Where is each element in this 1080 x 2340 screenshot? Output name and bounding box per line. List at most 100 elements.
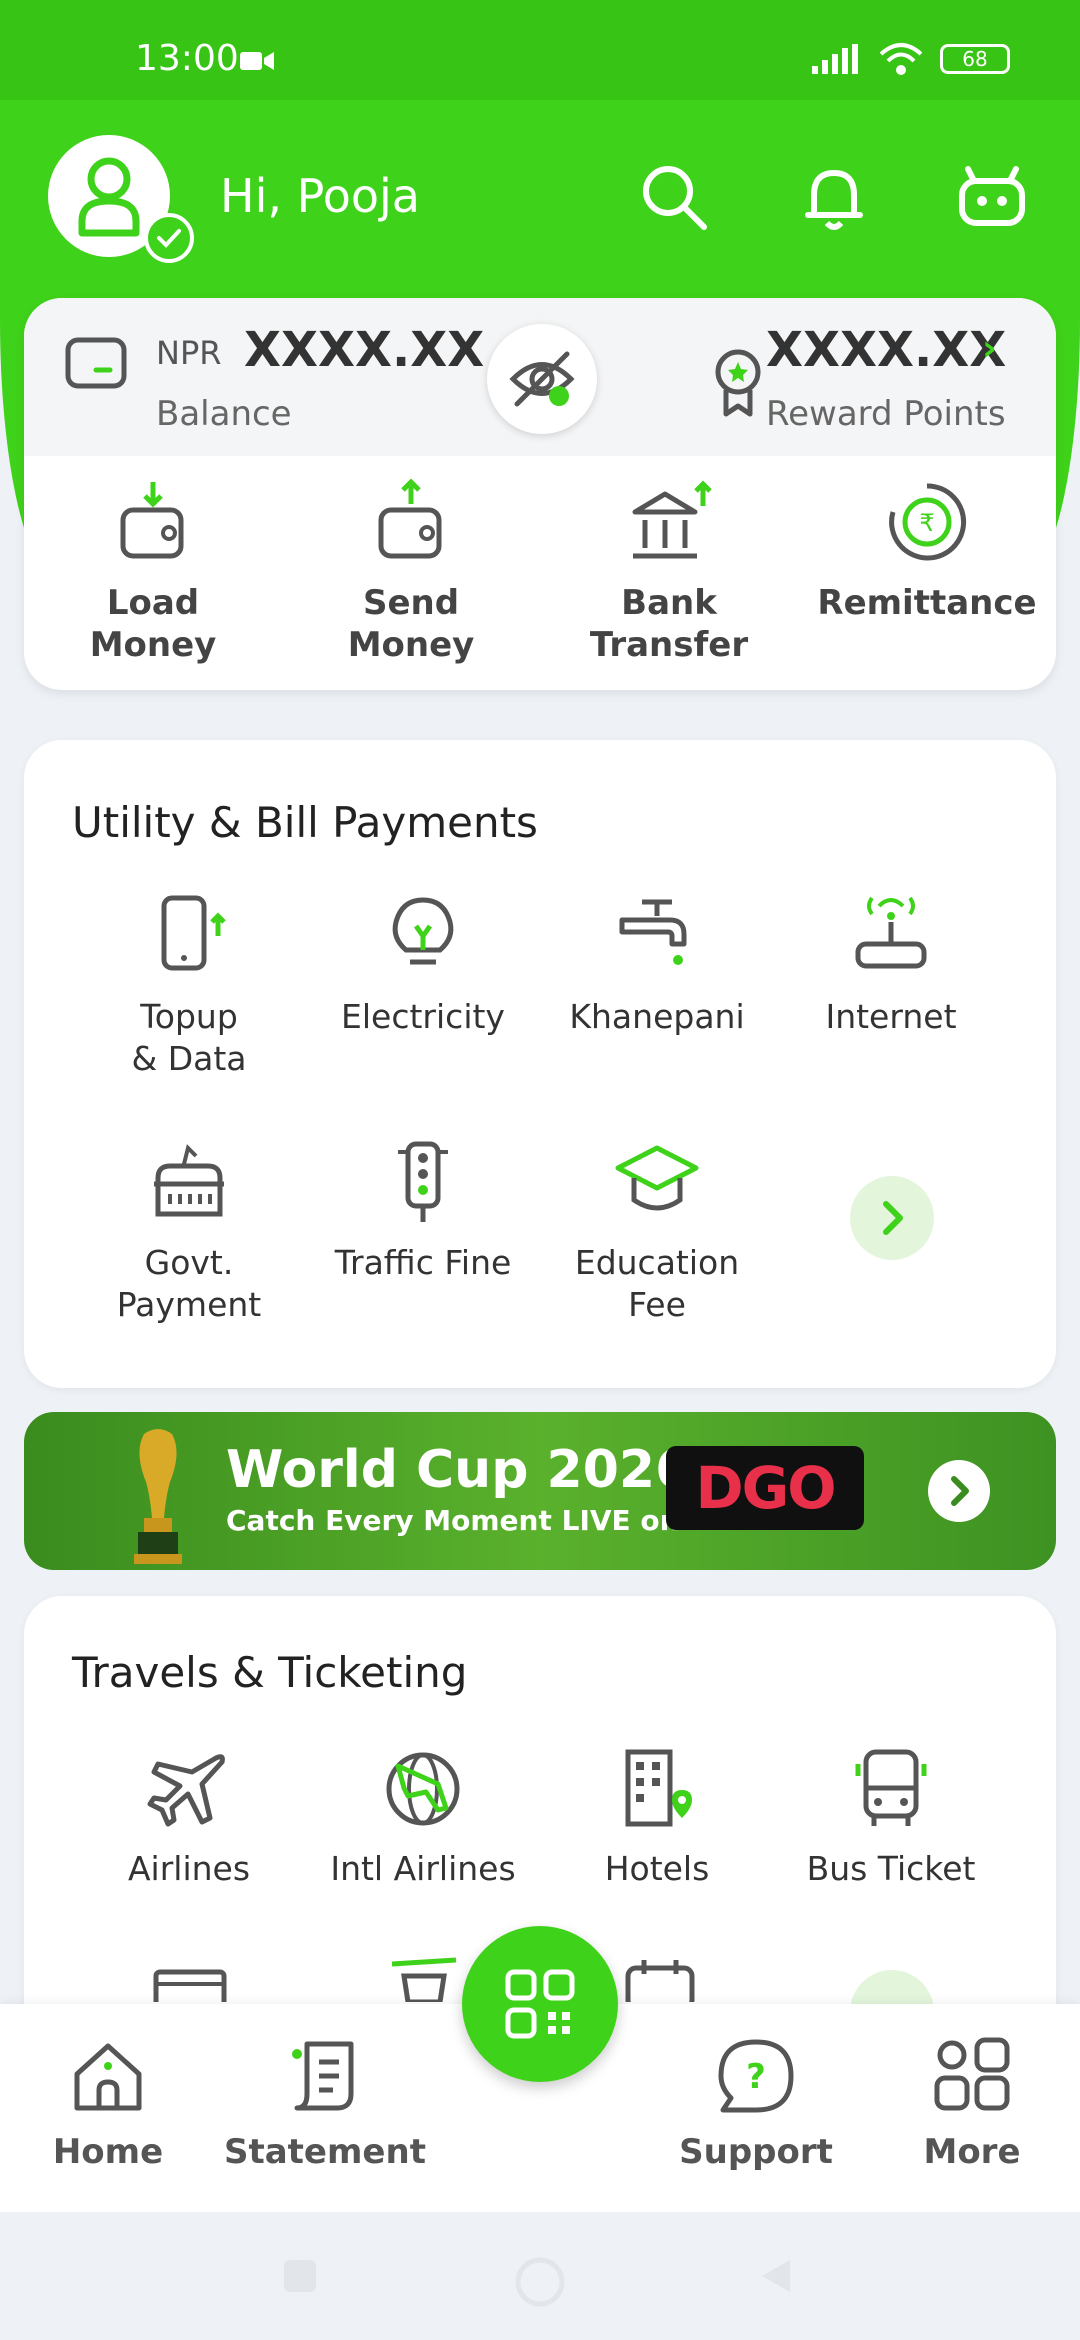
bus-icon xyxy=(855,1749,927,1826)
remittance-button[interactable]: ₹ Remittance xyxy=(798,476,1056,666)
svg-text:?: ? xyxy=(746,2057,766,2097)
chevron-right-icon xyxy=(883,1201,903,1235)
balance-card: NPR XXXX.XX Balance XXXX.XX › Reward Poi… xyxy=(24,298,1056,690)
recent-apps-icon[interactable] xyxy=(280,2256,320,2296)
scan-qr-button[interactable] xyxy=(462,1926,618,2082)
intl-airlines-button[interactable]: Intl Airlines xyxy=(306,1744,540,1890)
bus-ticket-button[interactable]: Bus Ticket xyxy=(774,1744,1008,1890)
electricity-button[interactable]: Electricity xyxy=(306,892,540,1038)
grid-label: Payment xyxy=(116,1285,262,1324)
nav-label: Statement xyxy=(224,2132,426,2172)
nav-support[interactable]: ? Support xyxy=(656,2034,856,2172)
home-icon xyxy=(74,2043,142,2111)
verified-check-icon xyxy=(144,213,194,263)
topup-data-button[interactable]: Topup & Data xyxy=(72,892,306,1080)
wallet-icon xyxy=(65,337,127,389)
traffic-fine-button[interactable]: Traffic Fine xyxy=(306,1138,540,1284)
grid-label: Hotels xyxy=(604,1849,710,1888)
internet-button[interactable]: Internet xyxy=(774,892,1008,1038)
grid-label: Intl Airlines xyxy=(330,1849,516,1888)
bell-icon[interactable] xyxy=(794,157,874,237)
nav-statement[interactable]: Statement xyxy=(224,2034,426,2172)
education-fee-button[interactable]: Education Fee xyxy=(540,1138,774,1326)
quick-label: Transfer xyxy=(589,625,749,665)
dgo-logo-text: DGO xyxy=(695,1454,836,1522)
send-money-button[interactable]: Send Money xyxy=(282,476,540,666)
quick-label: Money xyxy=(89,625,217,665)
quick-label: Money xyxy=(347,625,475,665)
app-header: Hi, Pooja xyxy=(48,135,1032,263)
video-camera-icon xyxy=(240,52,274,70)
grid-more-icon xyxy=(934,2037,1010,2111)
grid-label: Airlines xyxy=(127,1849,251,1888)
nav-label: More xyxy=(923,2132,1021,2172)
greeting-text: Hi, Pooja xyxy=(220,169,420,223)
router-icon xyxy=(855,896,927,969)
nav-label: Support xyxy=(679,2132,833,2172)
world-cup-banner[interactable]: World Cup 2026 Catch Every Moment LIVE o… xyxy=(24,1412,1056,1570)
graduation-cap-icon xyxy=(615,1145,699,1211)
grid-label: Topup xyxy=(140,997,238,1036)
status-time: 13:00 xyxy=(135,38,239,79)
balance-summary: NPR XXXX.XX Balance XXXX.XX › Reward Poi… xyxy=(24,298,1056,456)
chatbot-icon[interactable] xyxy=(952,157,1032,237)
banner-subtitle: Catch Every Moment LIVE on xyxy=(226,1504,680,1537)
dgo-logo: DGO xyxy=(666,1446,864,1530)
lightbulb-icon xyxy=(392,897,454,965)
search-icon[interactable] xyxy=(634,157,714,237)
reward-points-amount[interactable]: XXXX.XX xyxy=(766,322,1006,378)
nav-home[interactable]: Home xyxy=(8,2034,208,2172)
grid-label: Education xyxy=(574,1243,740,1282)
balance-amount: XXXX.XX xyxy=(244,322,485,378)
airlines-button[interactable]: Airlines xyxy=(72,1744,306,1890)
load-wallet-icon xyxy=(120,482,184,559)
grid-label: Bus Ticket xyxy=(806,1849,976,1888)
utility-more-button[interactable] xyxy=(850,1176,934,1260)
bank-transfer-button[interactable]: Bank Transfer xyxy=(540,476,798,666)
grid-label: Khanepani xyxy=(569,997,745,1036)
govt-payment-button[interactable]: Govt. Payment xyxy=(72,1138,306,1326)
send-wallet-icon xyxy=(378,478,442,559)
home-system-icon[interactable] xyxy=(512,2254,568,2310)
remittance-icon: ₹ xyxy=(889,483,967,561)
calendar-icon xyxy=(625,1960,695,2002)
chevron-right-icon xyxy=(951,1476,969,1506)
quick-label: Bank xyxy=(621,583,717,623)
utility-bill-payments-card: Utility & Bill Payments Topup & Data Elec… xyxy=(24,740,1056,1388)
grid-label: & Data xyxy=(131,1039,247,1078)
back-icon[interactable] xyxy=(756,2256,796,2296)
grid-label: Electricity xyxy=(341,997,505,1036)
reward-points-label[interactable]: Reward Points xyxy=(766,394,1006,434)
grid-label: Govt. xyxy=(144,1243,234,1282)
balance-label: Balance xyxy=(156,394,292,434)
khanepani-button[interactable]: Khanepani xyxy=(540,892,774,1038)
system-navigation-bar xyxy=(0,2212,1080,2340)
grid-label: Traffic Fine xyxy=(334,1243,512,1282)
bank-icon xyxy=(632,480,712,559)
govt-building-icon xyxy=(154,1144,224,1217)
wifi-icon xyxy=(879,43,923,75)
reward-ribbon-icon xyxy=(715,349,761,417)
globe-airplane-icon xyxy=(386,1752,460,1826)
quick-label: Remittance xyxy=(817,583,1037,623)
section-title: Travels & Ticketing xyxy=(72,1648,468,1697)
load-money-button[interactable]: Load Money xyxy=(24,476,282,666)
qr-code-icon xyxy=(505,1969,575,2039)
svg-text:₹: ₹ xyxy=(919,509,934,537)
quick-label: Send xyxy=(362,583,460,623)
toggle-balance-visibility-button[interactable] xyxy=(487,324,597,434)
reward-chevron-icon[interactable]: › xyxy=(982,328,997,369)
quick-label: Load xyxy=(106,583,200,623)
hotels-button[interactable]: Hotels xyxy=(540,1744,774,1890)
currency-label: NPR xyxy=(156,334,222,372)
status-bar: 13:00 68 xyxy=(0,0,1080,100)
grid-label: Fee xyxy=(628,1285,686,1324)
battery-indicator: 68 xyxy=(940,44,1010,74)
hotel-building-icon xyxy=(625,1749,692,1827)
signal-icon xyxy=(812,44,858,74)
water-tap-icon xyxy=(619,899,687,965)
banner-next-button[interactable] xyxy=(928,1460,990,1522)
nav-label: Home xyxy=(52,2132,164,2172)
nav-more[interactable]: More xyxy=(872,2034,1072,2172)
movie-clapper-icon xyxy=(153,1969,227,2002)
